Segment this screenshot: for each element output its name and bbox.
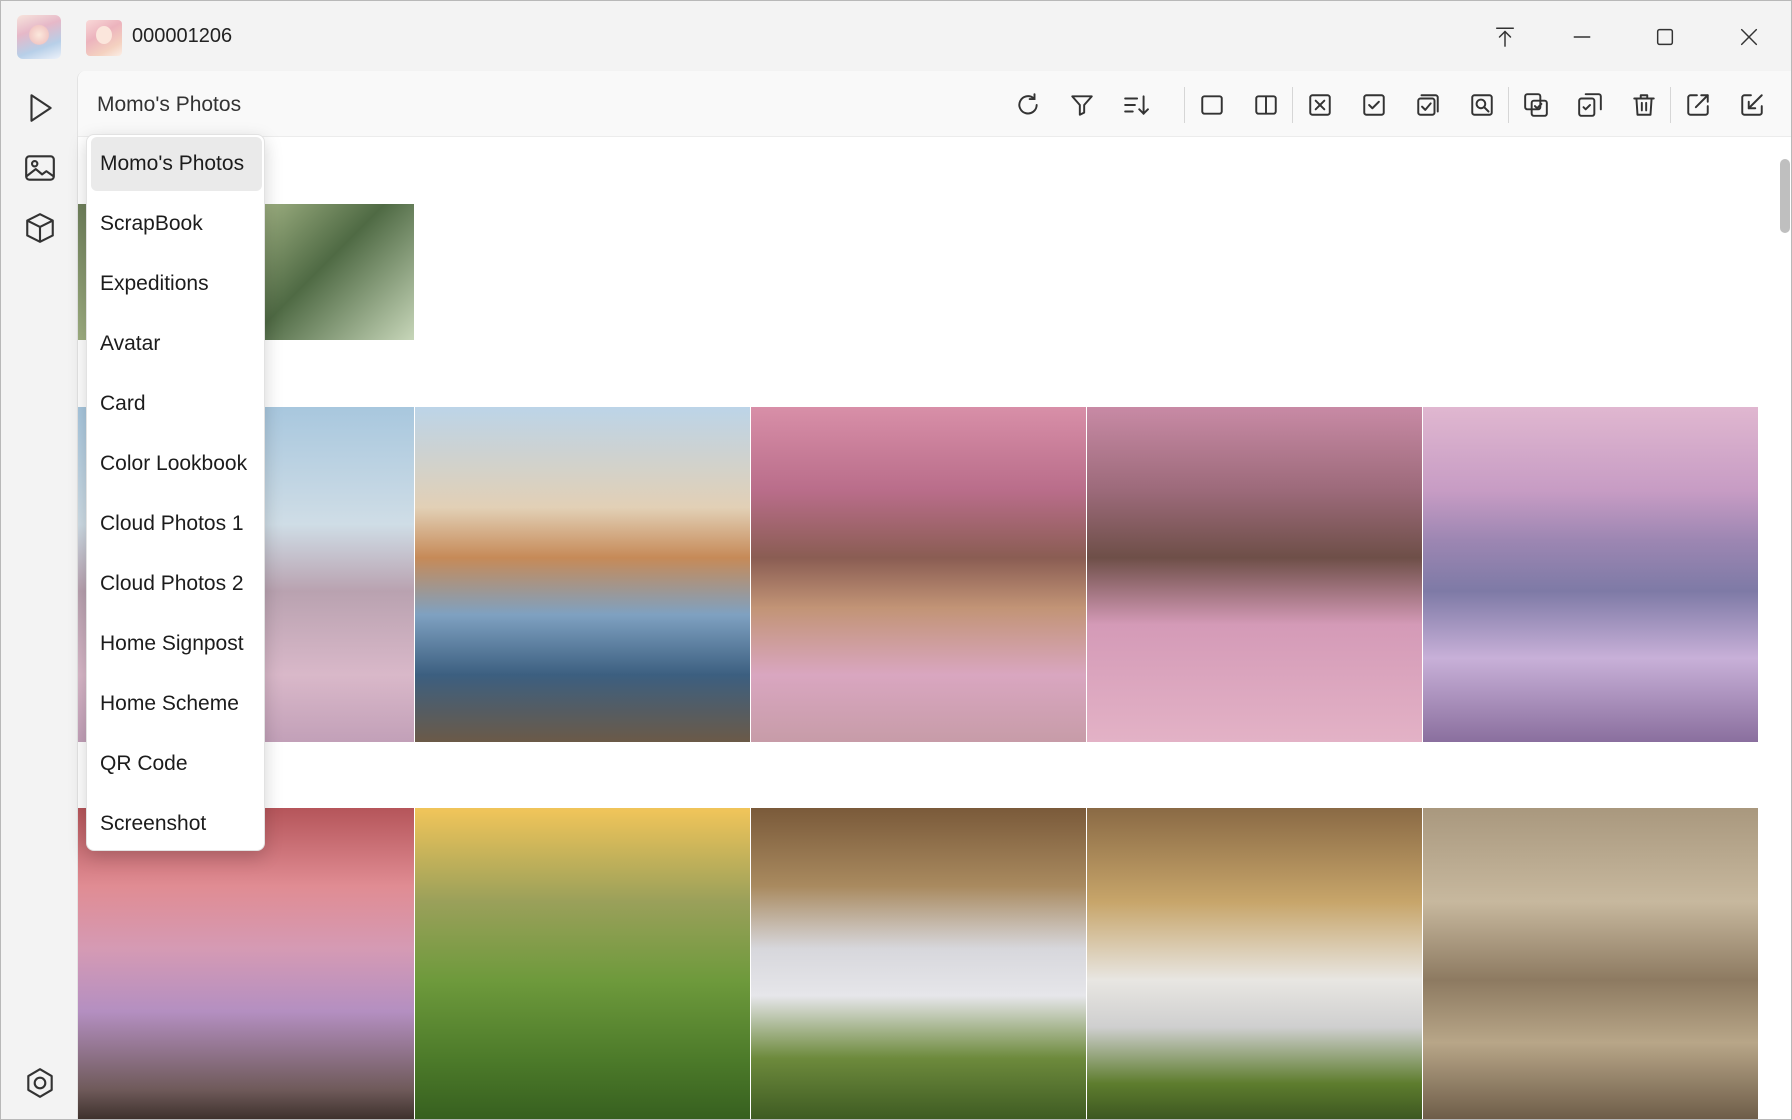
dropdown-item-cloud-photos-2[interactable]: Cloud Photos 2 [87, 557, 264, 611]
dropdown-item-expeditions[interactable]: Expeditions [87, 257, 264, 311]
app-logo [17, 15, 61, 59]
album-dropdown: Momo's Photos ScrapBook Expeditions Avat… [86, 134, 265, 851]
refresh-button[interactable] [1008, 85, 1048, 125]
select-button[interactable] [1354, 85, 1394, 125]
toolbar: Momo's Photos [78, 71, 1791, 137]
split-view-button[interactable] [1246, 85, 1286, 125]
toolbar-separator [1508, 87, 1509, 123]
app-window: 000001206 Momo's Photos Momo's Photos Sc… [0, 0, 1792, 1120]
toolbar-separator [1292, 87, 1293, 123]
nav-models-button[interactable] [17, 205, 63, 251]
scrollbar-thumb[interactable] [1780, 159, 1790, 233]
photo-thumbnail[interactable] [415, 407, 750, 742]
pin-top-icon [1496, 27, 1514, 47]
select-all-icon [1417, 94, 1439, 116]
nav-photos-button[interactable] [17, 145, 63, 191]
filter-icon [1071, 95, 1093, 116]
minimize-button[interactable] [1558, 13, 1606, 61]
dropdown-item-avatar[interactable]: Avatar [87, 317, 264, 371]
photo-thumbnail[interactable] [78, 808, 414, 1119]
single-view-icon [1201, 95, 1223, 115]
import-icon [1741, 94, 1763, 116]
pin-top-button[interactable] [1481, 13, 1529, 61]
title-bar: 000001206 [1, 1, 1791, 71]
minimize-icon [1573, 36, 1591, 38]
dropdown-item-qr-code[interactable]: QR Code [87, 737, 264, 791]
sort-icon [1124, 95, 1149, 116]
split-view-icon [1255, 95, 1277, 115]
toolbar-separator [1184, 87, 1185, 123]
dropdown-item-home-scheme[interactable]: Home Scheme [87, 677, 264, 731]
import-button[interactable] [1732, 85, 1772, 125]
dropdown-item-card[interactable]: Card [87, 377, 264, 431]
delete-icon [1633, 94, 1655, 116]
album-selector[interactable]: Momo's Photos [97, 93, 241, 117]
find-icon [1471, 94, 1493, 116]
find-button[interactable] [1462, 85, 1502, 125]
sync-button[interactable] [1570, 85, 1610, 125]
convert-icon [1524, 93, 1548, 117]
close-icon [1740, 28, 1758, 46]
select-icon [1363, 94, 1385, 116]
dropdown-item-color-lookbook[interactable]: Color Lookbook [87, 437, 264, 491]
sort-button[interactable] [1116, 85, 1156, 125]
photo-thumbnail[interactable] [1087, 808, 1422, 1119]
settings-button[interactable] [17, 1060, 63, 1106]
refresh-icon [1018, 93, 1038, 115]
close-button[interactable] [1725, 13, 1773, 61]
select-all-button[interactable] [1408, 85, 1448, 125]
convert-button[interactable] [1516, 85, 1556, 125]
photo-thumbnail[interactable] [1423, 407, 1758, 742]
export-icon [1687, 94, 1709, 116]
play-icon [30, 94, 52, 122]
deselect-icon [1309, 94, 1331, 116]
filter-button[interactable] [1062, 85, 1102, 125]
cube-icon [26, 213, 54, 243]
settings-icon [27, 1068, 53, 1098]
photo-thumbnail[interactable] [751, 808, 1086, 1119]
maximize-button[interactable] [1641, 13, 1689, 61]
dropdown-item-cloud-photos-1[interactable]: Cloud Photos 1 [87, 497, 264, 551]
dropdown-item-screenshot[interactable]: Screenshot [87, 797, 264, 850]
nav-play-button[interactable] [17, 85, 63, 131]
image-icon [25, 155, 55, 181]
photo-thumbnail[interactable] [415, 808, 750, 1119]
export-button[interactable] [1678, 85, 1718, 125]
dropdown-item-scrapbook[interactable]: ScrapBook [87, 197, 264, 251]
deselect-button[interactable] [1300, 85, 1340, 125]
user-avatar[interactable] [86, 20, 122, 56]
sync-icon [1578, 93, 1602, 117]
photo-thumbnail[interactable] [751, 407, 1086, 742]
photo-thumbnail[interactable] [1423, 808, 1758, 1119]
toolbar-separator [1670, 87, 1671, 123]
dropdown-item-momos-photos[interactable]: Momo's Photos [91, 137, 262, 191]
maximize-icon [1656, 28, 1674, 46]
delete-button[interactable] [1624, 85, 1664, 125]
photo-thumbnail[interactable] [1087, 407, 1422, 742]
content-panel: Momo's Photos [77, 71, 1791, 1119]
user-id: 000001206 [132, 25, 233, 47]
single-view-button[interactable] [1192, 85, 1232, 125]
dropdown-item-home-signpost[interactable]: Home Signpost [87, 617, 264, 671]
